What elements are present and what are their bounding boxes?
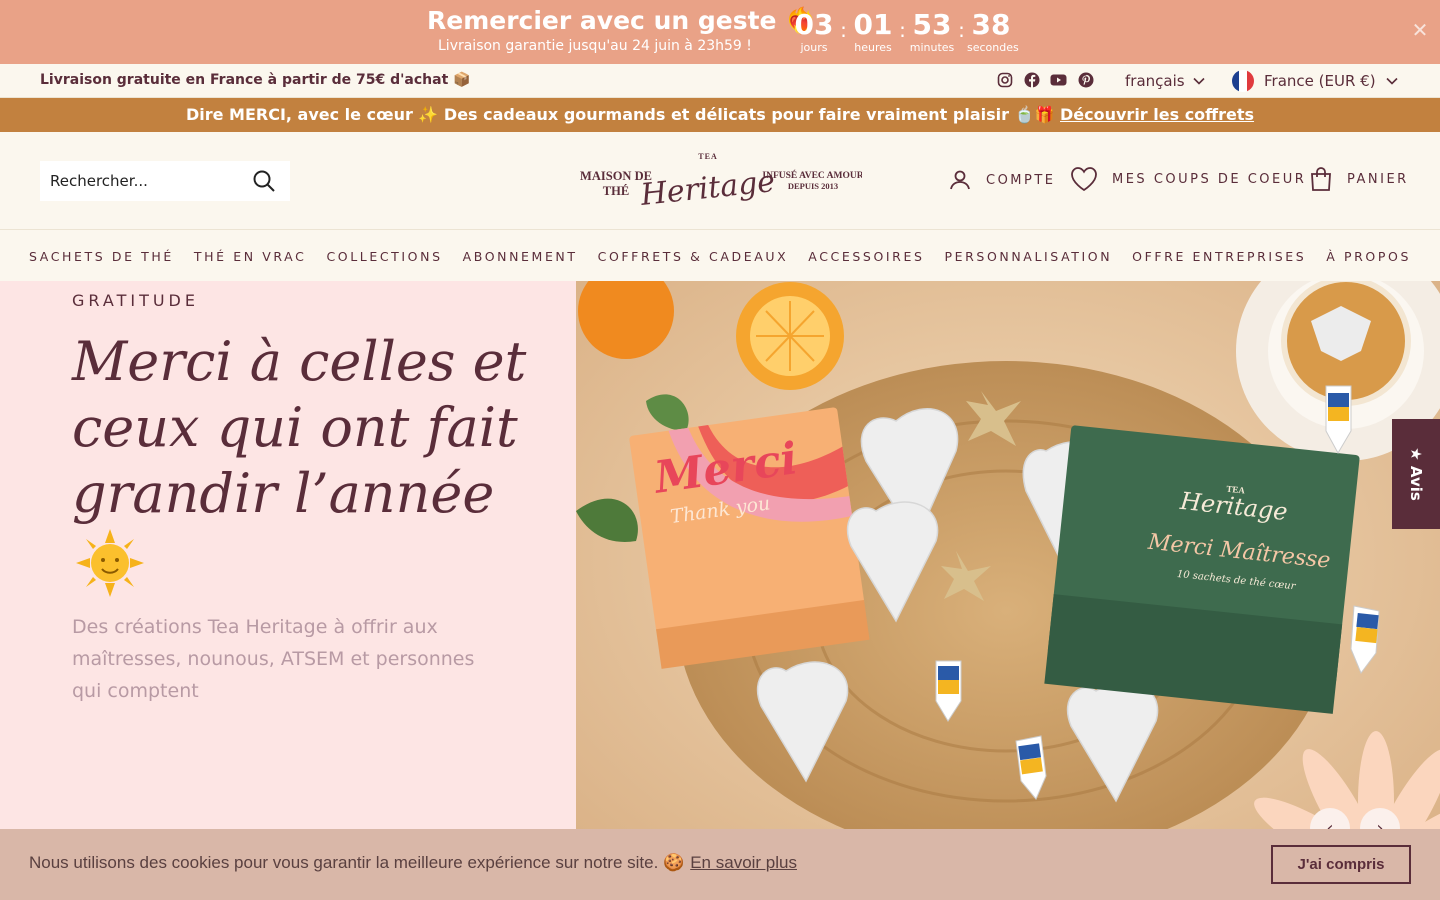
reviews-tab-label: ★ Avis [1407, 447, 1425, 501]
countdown-subtitle: Livraison garantie jusqu'au 24 juin à 23… [438, 38, 752, 54]
youtube-icon[interactable] [1050, 71, 1067, 88]
utility-bar: Livraison gratuite en France à partir de… [0, 64, 1440, 98]
logo-text-tea: TEA [698, 152, 717, 161]
main-navigation: SACHETS DE THÉ THÉ EN VRAC COLLECTIONS A… [0, 231, 1440, 281]
countdown-title: Remercier avec un geste ❤️‍🔥 [427, 6, 817, 35]
wishlist-label: MES COUPS DE COEUR [1112, 171, 1307, 187]
nav-item-collections[interactable]: COLLECTIONS [326, 249, 442, 264]
site-header: MAISON DE THÉ TEA Heritage INFUSÉ AVEC A… [0, 132, 1440, 230]
country-selector[interactable]: France (EUR €) [1232, 70, 1398, 92]
countdown-days-label: jours [800, 41, 828, 54]
country-label: France (EUR €) [1264, 72, 1376, 90]
countdown-hours: 01 heures [849, 8, 897, 54]
logo-text-right2: DEPUIS 2013 [788, 181, 838, 191]
facebook-icon[interactable] [1023, 71, 1040, 88]
countdown-seconds-value: 38 [971, 8, 1011, 41]
chevron-down-icon [1193, 77, 1205, 85]
promo-bar: Dire MERCI, avec le cœur ✨ Des cadeaux g… [0, 98, 1440, 132]
instagram-icon[interactable] [996, 71, 1013, 88]
language-label: français [1125, 72, 1185, 90]
nav-item-loose-tea[interactable]: THÉ EN VRAC [194, 249, 307, 264]
close-icon[interactable]: ✕ [1408, 18, 1432, 42]
nav-item-gift-boxes[interactable]: COFFRETS & CADEAUX [598, 249, 789, 264]
free-shipping-notice: Livraison gratuite en France à partir de… [40, 72, 471, 88]
user-icon [950, 170, 970, 190]
countdown-separator: : [958, 18, 965, 42]
language-selector[interactable]: français [1125, 72, 1205, 90]
pinterest-icon[interactable] [1077, 71, 1094, 88]
countdown-minutes-label: minutes [909, 41, 955, 54]
social-links [996, 71, 1094, 88]
wishlist-link[interactable]: MES COUPS DE COEUR [1070, 166, 1306, 192]
nav-item-tea-bags[interactable]: SACHETS DE THÉ [29, 249, 174, 264]
countdown-banner: Remercier avec un geste ❤️‍🔥 Livraison g… [0, 0, 1440, 64]
shopping-bag-icon [1311, 167, 1331, 191]
hero-title: Merci à celles et ceux qui ont fait gran… [72, 330, 527, 525]
cookie-message: Nous utilisons des cookies pour vous gar… [29, 853, 685, 872]
nav-item-subscription[interactable]: ABONNEMENT [463, 249, 578, 264]
search-icon[interactable] [252, 169, 276, 193]
france-flag-icon [1232, 70, 1254, 92]
chevron-down-icon [1385, 77, 1398, 85]
countdown-hours-label: heures [854, 41, 892, 54]
logo-text-brand: Heritage [638, 164, 777, 212]
countdown-days-value: 03 [794, 8, 834, 41]
countdown-separator: : [899, 18, 906, 42]
cart-label: PANIER [1347, 171, 1409, 187]
discover-boxes-link[interactable]: Découvrir les coffrets [1060, 105, 1254, 124]
cookie-learn-more-link[interactable]: En savoir plus [690, 853, 797, 872]
cookie-banner: Nous utilisons des cookies pour vous gar… [0, 829, 1440, 900]
nav-item-business[interactable]: OFFRE ENTREPRISES [1132, 249, 1306, 264]
sun-emoji-icon [76, 529, 144, 597]
gift-boxes-photo: Merci Thank you TEA Heritage Merci Maîtr… [576, 281, 1440, 900]
hero-text-panel: GRATITUDE Merci à celles et ceux qui ont… [0, 281, 576, 900]
hero-eyebrow: GRATITUDE [72, 291, 199, 310]
logo-text-left2: THÉ [603, 184, 629, 198]
promo-text: Dire MERCI, avec le cœur ✨ Des cadeaux g… [185, 105, 1060, 124]
nav-item-about[interactable]: À PROPOS [1326, 249, 1411, 264]
hero-description: Des créations Tea Heritage à offrir aux … [72, 616, 475, 702]
nav-item-accessories[interactable]: ACCESSOIRES [808, 249, 924, 264]
cookie-accept-button[interactable]: J'ai compris [1271, 845, 1411, 884]
search-input[interactable] [40, 161, 240, 201]
countdown-seconds: 38 secondes [967, 8, 1019, 54]
account-label: COMPTE [986, 172, 1056, 188]
heart-icon [1071, 167, 1097, 192]
reviews-tab[interactable]: ★ Avis [1392, 419, 1440, 529]
tea-heritage-logo[interactable]: MAISON DE THÉ TEA Heritage INFUSÉ AVEC A… [578, 150, 862, 212]
countdown-timer: 03 jours : 01 heures : 53 minutes : 38 s… [790, 8, 1019, 54]
countdown-minutes-value: 53 [912, 8, 952, 41]
countdown-separator: : [840, 18, 847, 42]
countdown-minutes: 53 minutes [908, 8, 956, 54]
nav-item-personalization[interactable]: PERSONNALISATION [945, 249, 1113, 264]
logo-text-right: INFUSÉ AVEC AMOUR [762, 169, 862, 181]
countdown-days: 03 jours [790, 8, 838, 54]
account-link[interactable]: COMPTE [948, 168, 1056, 192]
search-box [40, 161, 290, 201]
countdown-seconds-label: secondes [967, 41, 1019, 54]
countdown-hours-value: 01 [853, 8, 893, 41]
cart-link[interactable]: PANIER [1309, 166, 1409, 192]
hero-image: Merci Thank you TEA Heritage Merci Maîtr… [576, 281, 1440, 900]
